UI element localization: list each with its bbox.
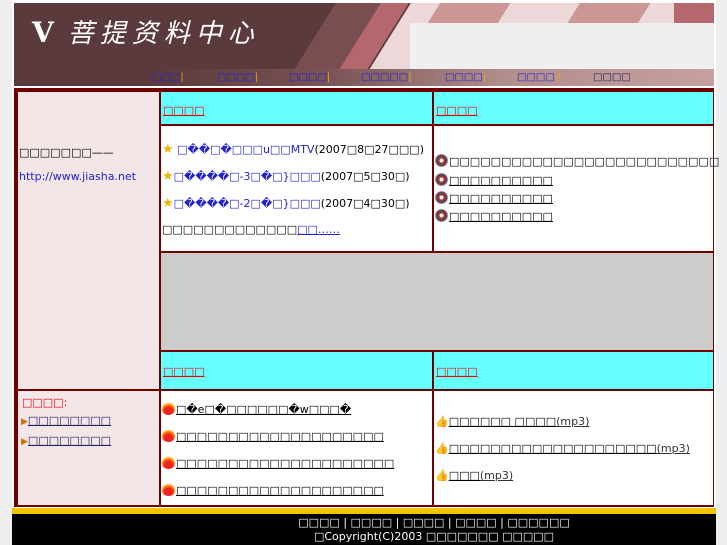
copyright: □Copyright(C)2003 □□□□□□□ □□□□□ <box>313 530 555 543</box>
section-title[interactable]: □□□□ <box>163 104 205 117</box>
main-nav: □□□| □□□□| □□□□| □□□□□| □□□□| □□□□ | □□□… <box>14 69 714 86</box>
list-item-link[interactable]: □□□□□□□□□□□□□□□□□□□□ <box>176 430 384 443</box>
more-link[interactable]: □□…… <box>297 223 340 236</box>
top-left-list: ★ □��□�□□□u□□MTV(2007□8□27□□□) ★□����□-3… <box>160 125 433 252</box>
logo-text: 菩提资料中心 <box>67 19 260 49</box>
banner-placeholder <box>160 252 714 351</box>
section-title[interactable]: □□□□ <box>436 104 478 117</box>
dharma-wheel-icon <box>435 154 448 167</box>
star-icon: ★ <box>162 169 174 184</box>
nav-item-5[interactable]: □□□□ | <box>517 72 561 83</box>
fire-icon <box>162 456 175 469</box>
nav-item-0[interactable]: □□□| <box>152 72 184 83</box>
item-date: (2007□8□27□□□) <box>314 143 424 156</box>
star-icon: ★ <box>162 196 174 211</box>
footer-link[interactable]: □□□□ <box>351 516 393 529</box>
item-date: (2007□5□30□) <box>320 170 410 183</box>
fire-icon <box>162 429 175 442</box>
star-icon: ★ <box>162 142 174 157</box>
nav-item-3[interactable]: □□□□□| <box>361 72 412 83</box>
footer-link[interactable]: □□□□□□ <box>507 516 569 529</box>
section-header-bottom-right: □□□□ <box>433 351 714 390</box>
list-item-link[interactable]: □□□□□□□□□□□□□□□□□□□□□ <box>176 457 394 470</box>
links-title: □□□□: <box>22 396 68 409</box>
list-item-link[interactable]: □□□□□□□□□□□□□□□□□□□□□□□□□□ <box>449 155 719 168</box>
header-banner: V 菩提资料中心 □□□| □□□□| □□□□| □□□□□| □□□□| □□… <box>14 3 714 86</box>
top-right-list: □□□□□□□□□□□□□□□□□□□□□□□□□□ □□□□□□□□□□ □□… <box>433 125 719 252</box>
audio-ext[interactable]: (mp3) <box>480 469 513 482</box>
footer-link[interactable]: □□□□ <box>298 516 340 529</box>
bottom-left-list: □�e□�□□□□□□�w□□□� □□□□□□□□□□□□□□□□□□□□ □… <box>160 390 433 506</box>
content-table: □□□□□□□—— http://www.jiasha.net □□□□ □□□… <box>14 88 719 507</box>
more-text: □□□□□□□□□□□□□ <box>162 223 298 236</box>
nav-item-1[interactable]: □□□□| <box>217 72 258 83</box>
footer: □□□□ | □□□□ | □□□□ | □□□□ | □□□□□□ □Copy… <box>12 514 716 545</box>
intro-text: □□□□□□□—— <box>19 146 114 159</box>
video-link[interactable]: □����□-2□�□}□□□ <box>174 197 321 210</box>
dharma-wheel-icon <box>435 191 448 204</box>
thumbs-up-icon: 👍 <box>435 415 449 428</box>
section-header-top-left: □□□□ <box>160 91 433 125</box>
video-link[interactable]: □��□�□□□u□□MTV <box>177 143 314 156</box>
list-item-link[interactable]: □□□□□□□□□□ <box>449 192 553 205</box>
video-link[interactable]: □����□-3□�□}□□□ <box>174 170 321 183</box>
page: V 菩提资料中心 □□□| □□□□| □□□□| □□□□□| □□□□| □□… <box>12 0 719 545</box>
section-header-bottom-left: □□□□ <box>160 351 433 390</box>
section-title[interactable]: □□□□ <box>163 365 205 378</box>
section-header-top-right: □□□□ <box>433 91 714 125</box>
audio-link[interactable]: □□□□□□ □□□□ <box>449 415 556 428</box>
audio-link[interactable]: □□□ <box>449 469 480 482</box>
arrow-icon: ▶ <box>21 437 28 447</box>
fire-icon <box>162 483 175 496</box>
list-item-link[interactable]: □□□□□□□□□□ <box>449 174 553 187</box>
list-item-link[interactable]: □□□□□□□□□□□□□□□□□□□□ <box>176 484 384 497</box>
sidebar-intro: □□□□□□□—— http://www.jiasha.net <box>17 91 160 390</box>
list-item: ★□����□-3□�□}□□□(2007□5□30□) <box>162 169 410 184</box>
sidebar-links: □□□□: ▶□□□□□□□□ ▶□□□□□□□□ <box>17 390 160 506</box>
sidebar-link[interactable]: □□□□□□□□ <box>28 434 111 447</box>
footer-link[interactable]: □□□□ <box>455 516 497 529</box>
site-logo[interactable]: V 菩提资料中心 <box>32 13 260 50</box>
section-title[interactable]: □□□□ <box>436 365 478 378</box>
sidebar-link[interactable]: □□□□□□□□ <box>28 414 111 427</box>
list-item-link[interactable]: □□□□□□□□□□ <box>449 210 553 223</box>
logo-mark-icon: V <box>32 16 60 49</box>
nav-item-4[interactable]: □□□□| <box>445 72 486 83</box>
audio-ext[interactable]: (mp3) <box>657 442 690 455</box>
site-url-link[interactable]: http://www.jiasha.net <box>19 170 136 183</box>
fire-icon <box>162 402 175 415</box>
thumbs-up-icon: 👍 <box>435 469 449 482</box>
audio-link[interactable]: □□□□□□□□□□□□□□□□□□□□ <box>449 442 657 455</box>
dharma-wheel-icon <box>435 209 448 222</box>
bottom-right-list: 👍□□□□□□ □□□□(mp3) 👍□□□□□□□□□□□□□□□□□□□□(… <box>433 390 714 506</box>
thumbs-up-icon: 👍 <box>435 442 449 455</box>
list-item: ★ □��□�□□□u□□MTV(2007□8□27□□□) <box>162 142 424 157</box>
audio-ext[interactable]: (mp3) <box>556 415 589 428</box>
footer-link[interactable]: □□□□ <box>403 516 445 529</box>
list-item: ★□����□-2□�□}□□□(2007□4□30□) <box>162 196 410 211</box>
nav-item-2[interactable]: □□□□| <box>289 72 330 83</box>
dharma-wheel-icon <box>435 173 448 186</box>
item-date: (2007□4□30□) <box>320 197 410 210</box>
nav-item-6[interactable]: □□□□ <box>593 72 631 83</box>
list-item-link[interactable]: □�e□�□□□□□□�w□□□� <box>176 403 351 416</box>
arrow-icon: ▶ <box>21 417 28 427</box>
